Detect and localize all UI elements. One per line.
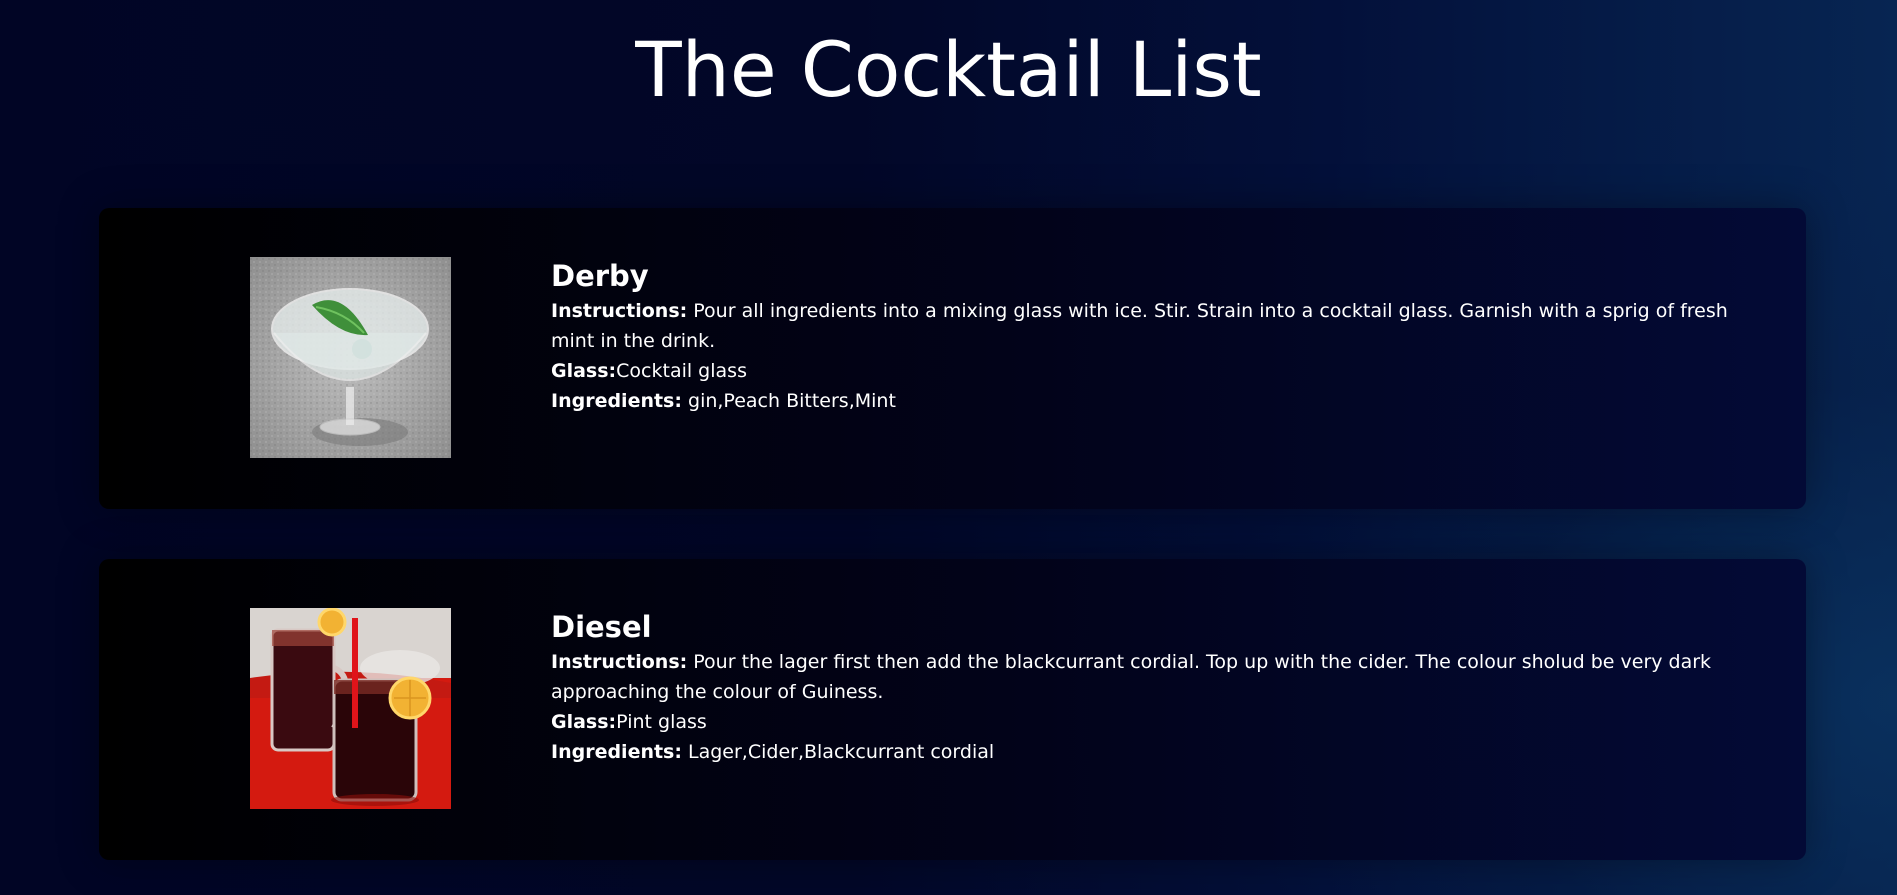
ingredients-text: Lager,Cider,Blackcurrant cordial bbox=[688, 741, 995, 763]
instructions-label: Instructions: bbox=[551, 300, 688, 322]
cocktail-image bbox=[250, 608, 451, 809]
glass-row: Glass:Cocktail glass bbox=[551, 356, 1751, 386]
ingredients-label: Ingredients: bbox=[551, 741, 682, 763]
instructions-text: Pour the lager first then add the blackc… bbox=[551, 651, 1712, 703]
glass-row: Glass:Pint glass bbox=[551, 707, 1751, 737]
cocktail-name: Diesel bbox=[551, 610, 652, 644]
glass-text: Cocktail glass bbox=[616, 360, 747, 382]
glass-label: Glass: bbox=[551, 711, 617, 733]
ingredients-row: Ingredients: gin,Peach Bitters,Mint bbox=[551, 386, 1751, 416]
glass-text: Pint glass bbox=[616, 711, 707, 733]
cocktail-card: Diesel Instructions: Pour the lager firs… bbox=[99, 559, 1806, 860]
ingredients-label: Ingredients: bbox=[551, 390, 682, 412]
instructions-text: Pour all ingredients into a mixing glass… bbox=[551, 300, 1728, 352]
instructions-row: Instructions: Pour all ingredients into … bbox=[551, 296, 1751, 356]
glass-label: Glass: bbox=[551, 360, 617, 382]
ingredients-text: gin,Peach Bitters,Mint bbox=[688, 390, 896, 412]
cocktail-image bbox=[250, 257, 451, 458]
cocktail-name: Derby bbox=[551, 259, 649, 293]
instructions-row: Instructions: Pour the lager first then … bbox=[551, 647, 1751, 707]
ingredients-row: Ingredients: Lager,Cider,Blackcurrant co… bbox=[551, 737, 1751, 767]
page-title: The Cocktail List bbox=[635, 25, 1262, 114]
cocktail-card: Derby Instructions: Pour all ingredients… bbox=[99, 208, 1806, 509]
instructions-label: Instructions: bbox=[551, 651, 688, 673]
